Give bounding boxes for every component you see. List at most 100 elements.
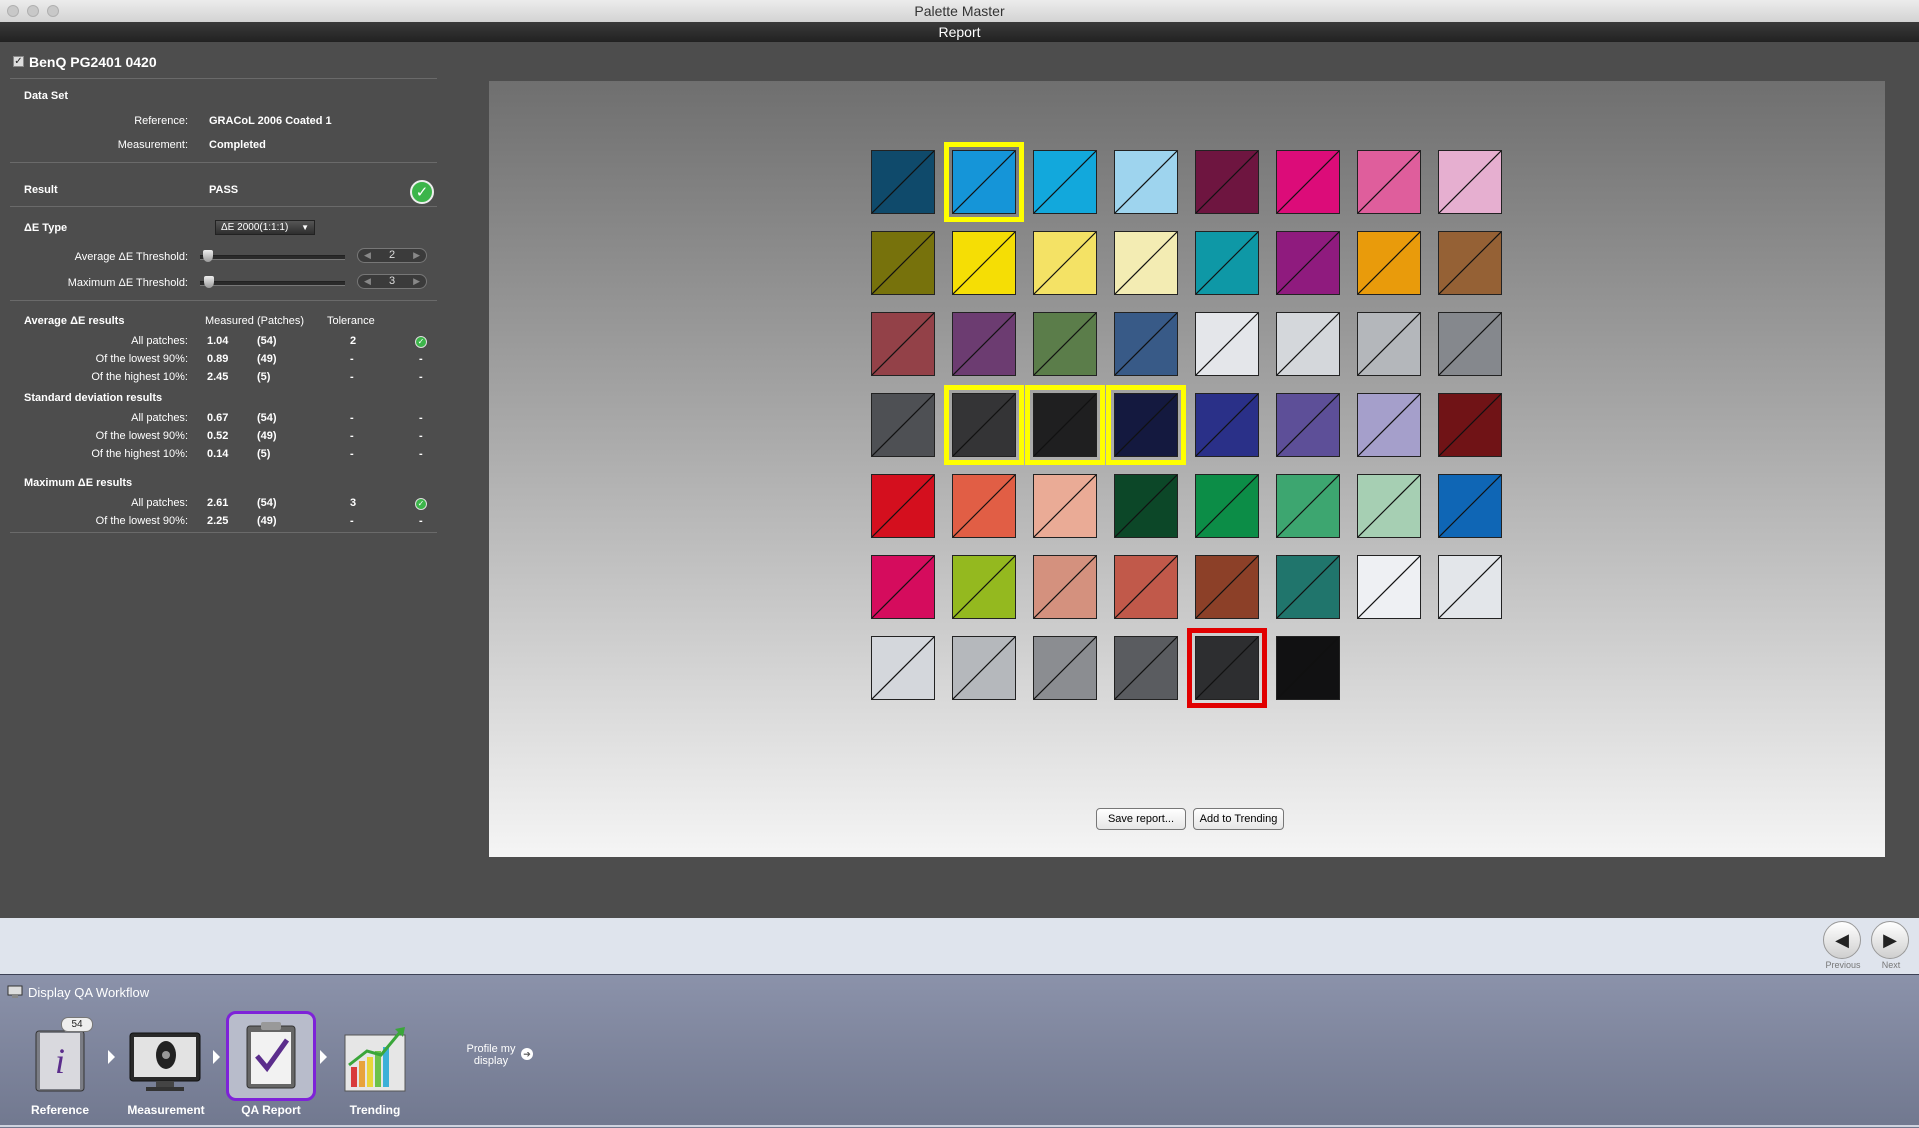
color-patch[interactable] [1357, 231, 1421, 295]
color-patch[interactable] [1195, 150, 1259, 214]
result-row-tolerance: - [350, 515, 354, 527]
workflow-heading: Display QA Workflow [28, 985, 150, 1000]
measurement-step[interactable] [126, 1017, 206, 1097]
workflow-step-label: Measurement [127, 1103, 205, 1117]
color-patch[interactable] [1276, 312, 1340, 376]
color-patch[interactable] [1114, 555, 1178, 619]
color-patch[interactable] [1438, 150, 1502, 214]
result-row-value: 0.52 [207, 430, 229, 442]
decrement-icon[interactable]: ◀ [364, 249, 371, 262]
color-patch[interactable] [1438, 393, 1502, 457]
color-patch[interactable] [1114, 231, 1178, 295]
result-label: Result [24, 184, 58, 196]
save-report-button[interactable]: Save report... [1096, 808, 1186, 830]
patch-chart-area: Save report... Add to Trending [489, 81, 1885, 857]
color-patch[interactable] [871, 636, 935, 700]
color-patch[interactable] [1033, 636, 1097, 700]
arrow-circle-icon[interactable]: ➔ [521, 1048, 533, 1060]
color-patch[interactable] [1195, 555, 1259, 619]
color-patch[interactable] [1195, 231, 1259, 295]
increment-icon[interactable]: ▶ [413, 249, 420, 262]
color-patch[interactable] [1033, 312, 1097, 376]
result-row-label: Of the lowest 90%: [95, 353, 188, 365]
avg-threshold-value: 2 [388, 249, 396, 261]
max-threshold-stepper[interactable]: ◀ 3 ▶ [357, 274, 427, 289]
color-patch[interactable] [1357, 393, 1421, 457]
color-patch[interactable] [952, 312, 1016, 376]
color-patch[interactable] [952, 150, 1016, 214]
color-patch[interactable] [952, 474, 1016, 538]
de-type-dropdown[interactable]: ΔE 2000(1:1:1) ▼ [215, 220, 315, 235]
color-patch[interactable] [952, 393, 1016, 457]
color-patch[interactable] [1438, 474, 1502, 538]
color-patch[interactable] [1033, 393, 1097, 457]
result-row-value: 0.89 [207, 353, 229, 365]
color-patch[interactable] [1114, 393, 1178, 457]
reference-step[interactable]: i 54 [24, 1017, 104, 1097]
result-row-value: 1.04 [207, 335, 229, 347]
result-row-value: 2.25 [207, 515, 229, 527]
result-row-patches: (49) [257, 430, 277, 442]
color-patch[interactable] [952, 636, 1016, 700]
color-patch[interactable] [1276, 150, 1340, 214]
color-patch[interactable] [1357, 555, 1421, 619]
std-results-heading: Standard deviation results [24, 392, 163, 404]
color-patch[interactable] [871, 555, 935, 619]
color-patch[interactable] [1276, 474, 1340, 538]
color-patch[interactable] [1033, 150, 1097, 214]
result-row-label: Of the highest 10%: [91, 448, 188, 460]
max-threshold-slider[interactable] [200, 281, 345, 286]
patch-count-badge: 54 [61, 1017, 93, 1032]
color-patch[interactable] [1114, 636, 1178, 700]
color-patch[interactable] [1276, 636, 1340, 700]
color-patch[interactable] [1195, 312, 1259, 376]
color-patch[interactable] [1357, 312, 1421, 376]
tolerance-column-header: Tolerance [327, 315, 375, 327]
color-patch[interactable] [871, 474, 935, 538]
color-patch[interactable] [1033, 231, 1097, 295]
title-bar: Palette Master [0, 0, 1919, 23]
previous-button[interactable]: ◀ [1823, 921, 1861, 959]
monitor-icon [7, 985, 23, 998]
color-patch[interactable] [871, 150, 935, 214]
increment-icon[interactable]: ▶ [413, 275, 420, 288]
add-to-trending-button[interactable]: Add to Trending [1193, 808, 1284, 830]
result-row-tolerance: 2 [350, 335, 357, 347]
color-patch[interactable] [1114, 150, 1178, 214]
navigation-bar: ◀ Previous ▶ Next [0, 918, 1919, 974]
result-row-patches: (54) [257, 497, 277, 509]
color-patch[interactable] [1114, 474, 1178, 538]
color-patch[interactable] [871, 231, 935, 295]
color-patch[interactable] [1195, 393, 1259, 457]
color-patch[interactable] [1276, 555, 1340, 619]
svg-text:i: i [55, 1041, 65, 1081]
color-patch[interactable] [1195, 636, 1259, 700]
color-patch[interactable] [1438, 312, 1502, 376]
qa-report-step[interactable] [226, 1011, 316, 1101]
avg-threshold-slider[interactable] [200, 255, 345, 260]
color-patch[interactable] [1033, 474, 1097, 538]
next-button[interactable]: ▶ [1871, 921, 1909, 959]
color-patch[interactable] [1438, 231, 1502, 295]
color-patch[interactable] [1438, 555, 1502, 619]
color-patch[interactable] [1033, 555, 1097, 619]
decrement-icon[interactable]: ◀ [364, 275, 371, 288]
avg-threshold-stepper[interactable]: ◀ 2 ▶ [357, 248, 427, 263]
result-row-status: - [419, 412, 423, 424]
trending-step[interactable] [337, 1017, 417, 1097]
color-patch[interactable] [1114, 312, 1178, 376]
device-checkbox[interactable]: ✓ [13, 56, 24, 67]
color-patch[interactable] [871, 312, 935, 376]
color-patch[interactable] [1357, 474, 1421, 538]
color-patch[interactable] [1357, 150, 1421, 214]
color-patch[interactable] [1276, 393, 1340, 457]
color-patch[interactable] [1276, 231, 1340, 295]
color-patch[interactable] [1195, 474, 1259, 538]
avg-threshold-knob[interactable] [203, 250, 213, 262]
result-row-patches: (49) [257, 515, 277, 527]
max-threshold-knob[interactable] [204, 276, 214, 288]
color-patch[interactable] [952, 231, 1016, 295]
color-patch[interactable] [871, 393, 935, 457]
workflow-step-label: QA Report [241, 1103, 301, 1117]
color-patch[interactable] [952, 555, 1016, 619]
